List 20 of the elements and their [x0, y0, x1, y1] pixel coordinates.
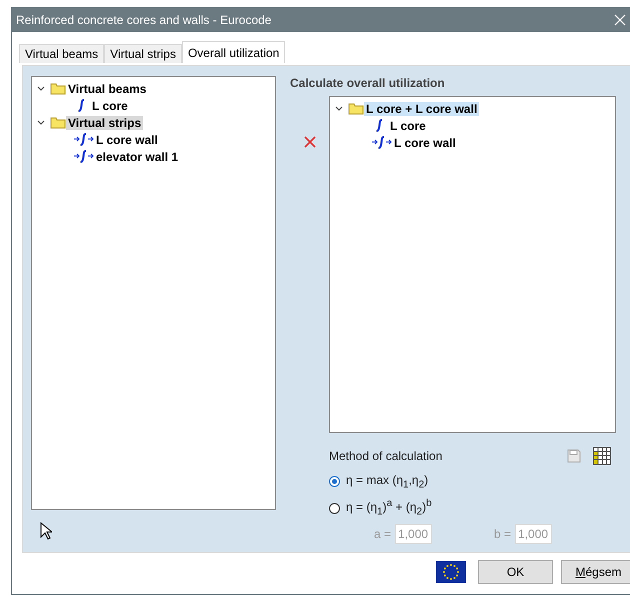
tab[interactable]: Overall utilization	[182, 41, 286, 63]
tree-item[interactable]: L core	[388, 118, 428, 132]
tree-item[interactable]: Virtual strips	[66, 116, 144, 130]
tree-item[interactable]: L core + L core wall	[364, 102, 480, 116]
dialog-button[interactable]: Mégsem	[561, 560, 630, 584]
radio-option[interactable]: η = max (η$_{1}$,η$_{2}$)	[329, 473, 615, 490]
tree-item[interactable]: L core wall	[392, 136, 458, 150]
field-label: a =	[374, 526, 392, 541]
radio-option[interactable]: η = (η$_{1}$)$^{a}$ + (η$_{2}$)$^{b}$	[329, 498, 615, 518]
field-label: b =	[494, 526, 512, 541]
tree-item[interactable]: L core	[90, 98, 130, 112]
method-label: Method of calculation	[329, 449, 442, 463]
tree-item[interactable]: L core wall	[94, 132, 160, 146]
tab[interactable]: Virtual strips	[104, 44, 182, 63]
tree-item[interactable]: Virtual beams	[66, 82, 148, 96]
dialog-button[interactable]: OK	[478, 560, 553, 584]
tab[interactable]: Virtual beams	[19, 44, 104, 63]
window-title: Reinforced concrete cores and walls - Eurocode	[16, 13, 272, 27]
section-heading: Calculate overall utilization	[290, 76, 446, 90]
tree-item[interactable]: elevator wall 1	[94, 150, 180, 164]
